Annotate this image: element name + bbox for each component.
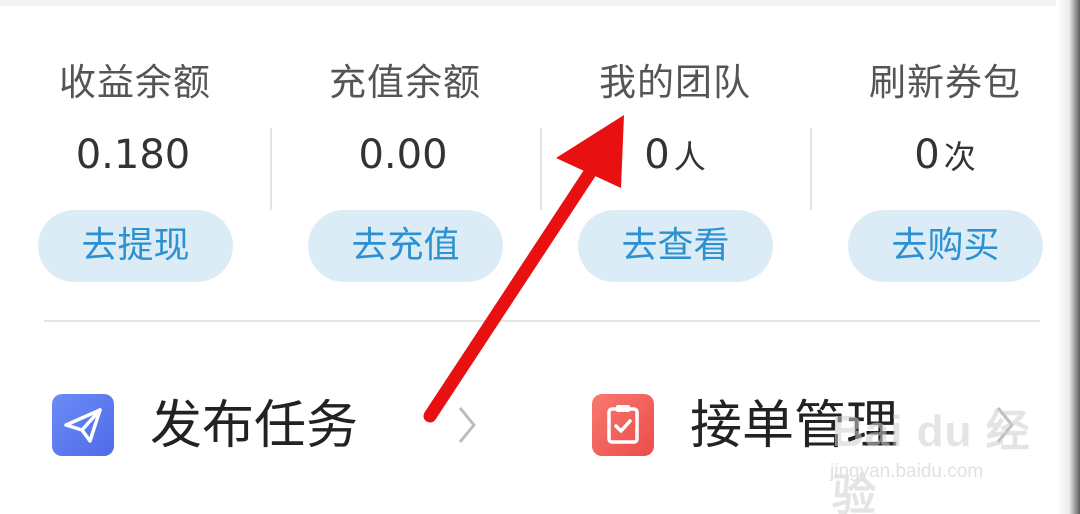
recharge-button[interactable]: 去充值 bbox=[308, 210, 503, 282]
paper-plane-icon bbox=[52, 394, 114, 456]
stat-label: 充值余额 bbox=[329, 61, 481, 104]
stat-number: 0.00 bbox=[358, 132, 448, 178]
chevron-right-icon bbox=[458, 407, 476, 443]
stat-team: 我的团队 0人 去查看 bbox=[540, 40, 810, 290]
stat-unit: 人 bbox=[673, 138, 706, 176]
baidu-watermark: Bai du 经验 jingyan.baidu.com bbox=[818, 395, 1048, 514]
watermark-brand: Bai du 经验 bbox=[832, 407, 1031, 514]
watermark-url: jingyan.baidu.com bbox=[830, 461, 984, 482]
stat-value: 0.00 bbox=[270, 132, 540, 178]
stat-label: 我的团队 bbox=[599, 61, 751, 104]
stat-recharge: 充值余额 0.00 去充值 bbox=[270, 40, 540, 290]
publish-task-item[interactable]: 发布任务 bbox=[52, 390, 482, 465]
clipboard-check-icon bbox=[592, 394, 654, 456]
top-strip bbox=[0, 0, 1080, 6]
view-team-button[interactable]: 去查看 bbox=[578, 210, 773, 282]
publish-task-label: 发布任务 bbox=[150, 396, 359, 456]
stat-value: 0人 bbox=[540, 132, 810, 178]
stat-number: 0 bbox=[914, 132, 940, 178]
stats-row: 收益余额 0.180 去提现 充值余额 0.00 去充值 我的团队 0人 去查看 bbox=[0, 40, 1080, 290]
stat-refresh-coupons: 刷新券包 0次 去购买 bbox=[810, 40, 1080, 290]
stat-value: 0次 bbox=[810, 132, 1080, 178]
account-page: 收益余额 0.180 去提现 充值余额 0.00 去充值 我的团队 0人 去查看 bbox=[0, 0, 1080, 514]
stat-unit: 次 bbox=[943, 138, 976, 176]
stat-label: 收益余额 bbox=[59, 61, 211, 104]
section-divider bbox=[44, 320, 1040, 322]
stat-label: 刷新券包 bbox=[869, 61, 1021, 104]
screen-edge bbox=[1056, 0, 1080, 514]
stat-number: 0 bbox=[644, 132, 670, 178]
stat-number: 0.180 bbox=[75, 132, 191, 178]
stat-earnings: 收益余额 0.180 去提现 bbox=[0, 40, 270, 290]
stat-value: 0.180 bbox=[0, 132, 270, 178]
buy-coupons-button[interactable]: 去购买 bbox=[848, 210, 1043, 282]
withdraw-button[interactable]: 去提现 bbox=[38, 210, 233, 282]
